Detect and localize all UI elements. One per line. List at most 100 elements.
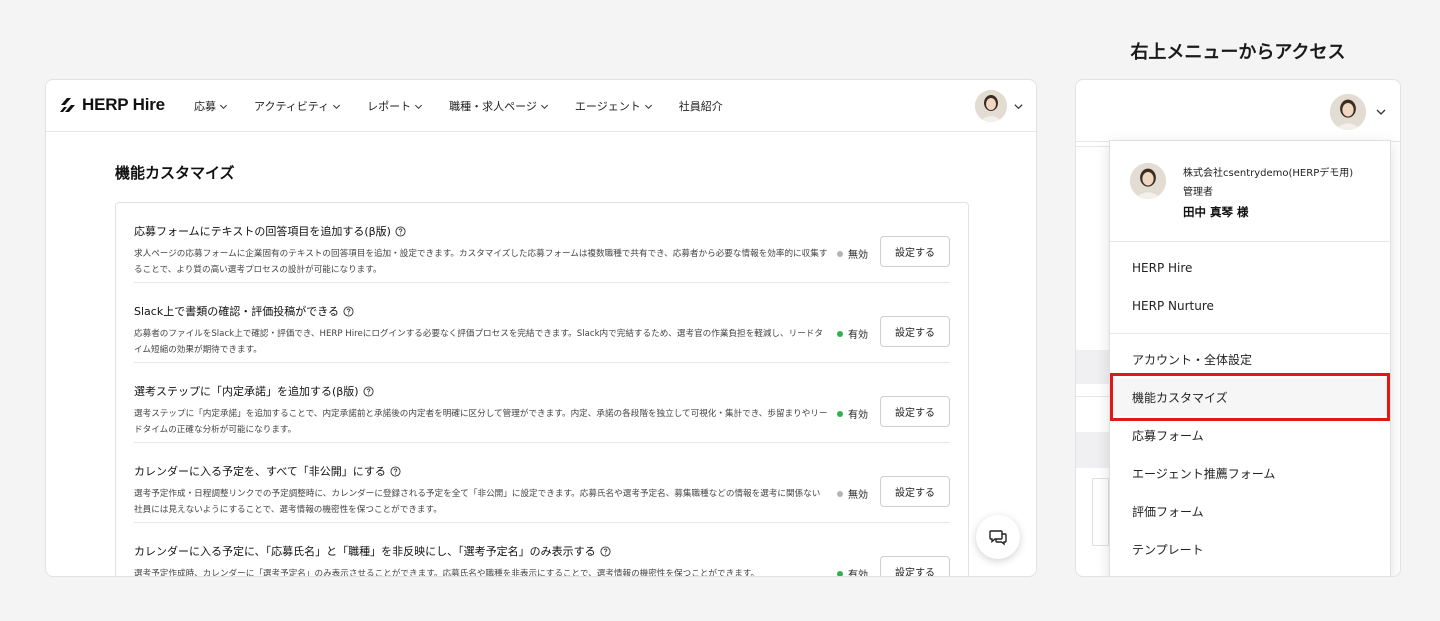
logo-text: HERP Hire bbox=[82, 95, 165, 114]
menu-item-feature-customize[interactable]: 機能カスタマイズ bbox=[1110, 378, 1390, 416]
status-dot bbox=[837, 250, 843, 257]
nav-item-label: アクティビティ bbox=[254, 100, 330, 113]
herp-hire-logo[interactable]: HERP Hire bbox=[58, 95, 165, 115]
menu-item-herp-nurture[interactable]: HERP Nurture bbox=[1110, 287, 1390, 325]
nav-item-referral[interactable]: 社員紹介 bbox=[679, 98, 723, 114]
feature-row: カレンダーに入る予定に、「応募氏名」と「職種」を非反映にし、「選考予定名」のみ表… bbox=[134, 523, 950, 577]
question-circle-icon[interactable] bbox=[390, 465, 401, 477]
feature-list-card: 応募フォームにテキストの回答項目を追加する(β版) 求人ページの応募フォームに企… bbox=[115, 202, 969, 577]
question-circle-icon[interactable] bbox=[363, 385, 374, 397]
feature-title: 選考ステップに「内定承諾」を追加する(β版) bbox=[134, 383, 374, 399]
feature-description: 選考予定作成時、カレンダーに「選考予定名」のみ表示させることができます。応募氏名… bbox=[134, 569, 760, 577]
configure-button[interactable]: 設定する bbox=[880, 556, 950, 576]
status-text: 無効 bbox=[848, 250, 868, 261]
secondary-header bbox=[1076, 80, 1400, 142]
feature-title-text: カレンダーに入る予定に、「応募氏名」と「職種」を非反映にし、「選考予定名」のみ表… bbox=[134, 545, 596, 558]
feature-description: 応募者のファイルをSlack上で確認・評価でき、HERP Hireにログインする… bbox=[134, 329, 823, 355]
user-menu-chevron-icon[interactable] bbox=[1013, 101, 1024, 112]
user-avatar[interactable] bbox=[1330, 94, 1366, 130]
main-window: HERP Hire 応募 アクティビティ レポート 職種・求人ページ エージェン… bbox=[45, 79, 1037, 577]
avatar-image bbox=[975, 90, 1007, 122]
top-header: HERP Hire 応募 アクティビティ レポート 職種・求人ページ エージェン… bbox=[46, 80, 1036, 132]
background-divider bbox=[1076, 146, 1109, 147]
feature-row: カレンダーに入る予定を、すべて「非公開」にする 選考予定作成・日程調整リンクでの… bbox=[134, 443, 950, 523]
feature-title: カレンダーに入る予定に、「応募氏名」と「職種」を非反映にし、「選考予定名」のみ表… bbox=[134, 543, 611, 559]
question-circle-icon[interactable] bbox=[600, 545, 611, 557]
nav-item-agent[interactable]: エージェント bbox=[575, 98, 653, 114]
right-caption: 右上メニューからアクセス bbox=[1130, 42, 1346, 63]
menu-item-agent-form[interactable]: エージェント推薦フォーム bbox=[1110, 454, 1390, 492]
status-dot bbox=[837, 330, 843, 337]
secondary-window: 株式会社csentrydemo(HERPデモ用) 管理者 田中 真琴 様 HER… bbox=[1075, 79, 1401, 577]
main-nav: 応募 アクティビティ レポート 職種・求人ページ エージェント 社員紹介 bbox=[194, 80, 749, 132]
feature-title-text: 選考ステップに「内定承諾」を追加する(β版) bbox=[134, 385, 359, 398]
chevron-down-icon bbox=[540, 104, 548, 109]
background-row bbox=[1076, 432, 1109, 468]
status-text: 有効 bbox=[848, 570, 868, 577]
feature-description: 選考予定作成・日程調整リンクでの予定調整時に、カレンダーに登録される予定を全て「… bbox=[134, 489, 821, 515]
status-badge: 有効 bbox=[837, 326, 868, 341]
chevron-down-icon bbox=[644, 104, 652, 109]
nav-item-label: 社員紹介 bbox=[678, 100, 723, 113]
status-dot bbox=[837, 570, 843, 576]
status-text: 無効 bbox=[848, 490, 868, 501]
user-avatar[interactable] bbox=[975, 90, 1007, 122]
nav-item-label: 職種・求人ページ bbox=[449, 100, 537, 113]
nav-item-jobs[interactable]: 職種・求人ページ bbox=[449, 98, 549, 114]
chevron-down-icon bbox=[219, 104, 228, 109]
status-badge: 有効 bbox=[837, 406, 868, 421]
question-circle-icon[interactable] bbox=[343, 305, 354, 317]
chat-button[interactable] bbox=[976, 515, 1020, 559]
herp-logo-icon bbox=[60, 98, 75, 112]
question-circle-icon[interactable] bbox=[395, 225, 406, 237]
feature-row: 応募フォームにテキストの回答項目を追加する(β版) 求人ページの応募フォームに企… bbox=[134, 203, 950, 283]
avatar-image bbox=[1130, 163, 1166, 199]
user-menu-chevron-icon[interactable] bbox=[1375, 106, 1387, 118]
menu-item-application-form[interactable]: 応募フォーム bbox=[1110, 416, 1390, 454]
feature-row: Slack上で書類の確認・評価投稿ができる 応募者のファイルをSlack上で確認… bbox=[134, 283, 950, 363]
menu-item-template[interactable]: テンプレート bbox=[1110, 530, 1390, 568]
configure-button[interactable]: 設定する bbox=[880, 476, 950, 507]
feature-description: 選考ステップに「内定承諾」を追加することで、内定承諾前と承諾後の内定者を明確に区… bbox=[134, 409, 828, 435]
status-badge: 有効 bbox=[837, 566, 868, 577]
feature-title: カレンダーに入る予定を、すべて「非公開」にする bbox=[134, 463, 401, 479]
page-title: 機能カスタマイズ bbox=[115, 164, 235, 182]
menu-divider bbox=[1110, 333, 1390, 334]
feature-title: 応募フォームにテキストの回答項目を追加する(β版) bbox=[134, 223, 406, 239]
chevron-down-icon bbox=[333, 104, 341, 109]
background-input bbox=[1092, 478, 1109, 546]
avatar-image bbox=[1330, 94, 1366, 130]
feature-title: Slack上で書類の確認・評価投稿ができる bbox=[134, 303, 354, 319]
nav-item-activity[interactable]: アクティビティ bbox=[254, 98, 341, 114]
status-text: 有効 bbox=[848, 410, 868, 421]
company-name: 株式会社csentrydemo(HERPデモ用) bbox=[1183, 168, 1354, 179]
configure-button[interactable]: 設定する bbox=[880, 236, 950, 267]
feature-title-text: Slack上で書類の確認・評価投稿ができる bbox=[134, 305, 339, 318]
configure-button[interactable]: 設定する bbox=[880, 316, 950, 347]
user-dropdown-menu: 株式会社csentrydemo(HERPデモ用) 管理者 田中 真琴 様 HER… bbox=[1109, 140, 1391, 576]
status-dot bbox=[837, 410, 843, 417]
chevron-down-icon bbox=[415, 104, 423, 109]
user-name: 田中 真琴 様 bbox=[1183, 205, 1249, 219]
feature-title-text: 応募フォームにテキストの回答項目を追加する(β版) bbox=[134, 225, 391, 238]
feature-description: 求人ページの応募フォームに企業固有のテキストの回答項目を追加・設定できます。カス… bbox=[134, 249, 828, 275]
nav-item-label: レポート bbox=[367, 100, 412, 113]
nav-item-report[interactable]: レポート bbox=[367, 98, 423, 114]
status-badge: 無効 bbox=[837, 486, 868, 501]
feature-row: 選考ステップに「内定承諾」を追加する(β版) 選考ステップに「内定承諾」を追加す… bbox=[134, 363, 950, 443]
feature-title-text: カレンダーに入る予定を、すべて「非公開」にする bbox=[134, 465, 386, 478]
menu-item-evaluation-form[interactable]: 評価フォーム bbox=[1110, 492, 1390, 530]
dropdown-user-info: 株式会社csentrydemo(HERPデモ用) 管理者 田中 真琴 様 bbox=[1110, 141, 1390, 242]
nav-item-applications[interactable]: 応募 bbox=[194, 98, 228, 114]
background-divider bbox=[1076, 396, 1109, 397]
status-dot bbox=[837, 490, 843, 497]
background-row bbox=[1076, 350, 1109, 384]
menu-item-herp-hire[interactable]: HERP Hire bbox=[1110, 249, 1390, 287]
configure-button[interactable]: 設定する bbox=[880, 396, 950, 427]
status-badge: 無効 bbox=[837, 246, 868, 261]
dropdown-avatar bbox=[1130, 163, 1166, 199]
user-role: 管理者 bbox=[1183, 187, 1213, 198]
status-text: 有効 bbox=[848, 330, 868, 341]
nav-item-label: 応募 bbox=[194, 100, 216, 113]
menu-item-account-settings[interactable]: アカウント・全体設定 bbox=[1110, 340, 1390, 378]
